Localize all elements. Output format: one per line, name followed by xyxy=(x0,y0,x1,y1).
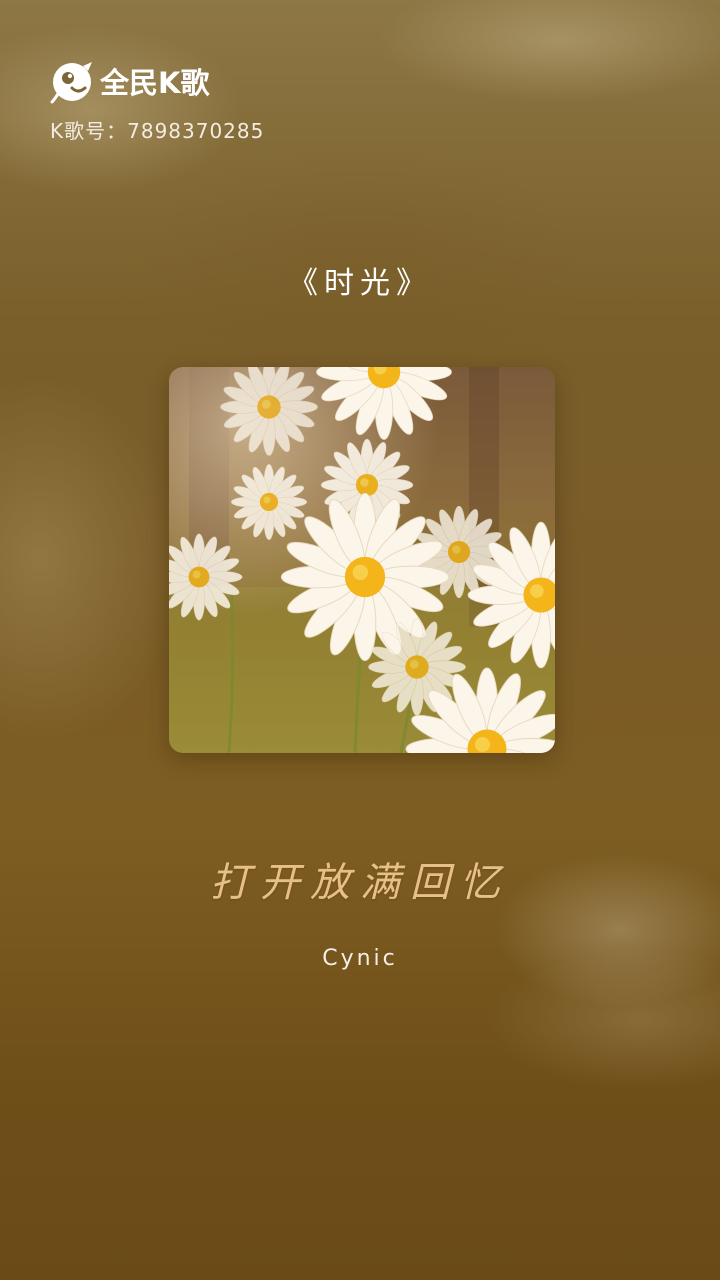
app-name: 全民K歌 xyxy=(100,66,210,100)
album-cover xyxy=(169,367,555,753)
lyric-line: 打开放满回忆 xyxy=(210,860,510,906)
k-number-label: K歌号：7898370285 xyxy=(50,119,265,143)
song-title: 《时光》 xyxy=(288,266,432,301)
karaoke-bird-logo-icon xyxy=(50,62,92,104)
artist-name: Cynic xyxy=(322,946,398,971)
daisy-flowers-photo xyxy=(169,367,555,753)
brand-header: 全民K歌 xyxy=(50,58,209,104)
